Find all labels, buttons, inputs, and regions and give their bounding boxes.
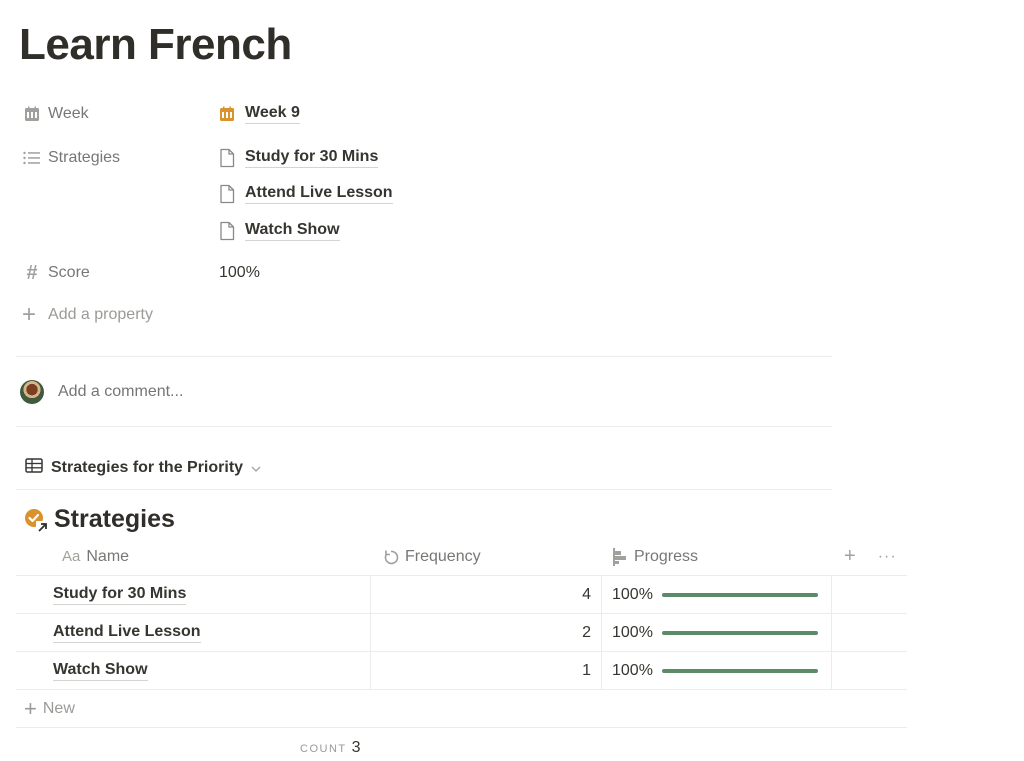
hash-icon: # — [26, 261, 38, 284]
cell-empty — [832, 614, 907, 651]
property-value-strategy[interactable]: Study for 30 Mins — [219, 148, 379, 168]
property-label-text: Score — [48, 264, 90, 281]
cell-empty — [832, 652, 907, 689]
table-body: Study for 30 Mins 4 100% Attend Live Lesson… — [16, 576, 907, 690]
column-actions: + ··· — [832, 538, 907, 575]
cell-frequency[interactable]: 2 — [371, 614, 602, 651]
page-icon — [219, 148, 237, 168]
progress-bar — [661, 592, 818, 597]
property-value-week[interactable]: Week 9 — [219, 104, 300, 124]
page-title[interactable]: Learn French — [19, 20, 292, 70]
progress-bar-fill — [661, 668, 818, 673]
property-label-score[interactable]: # Score — [22, 261, 219, 284]
view-tab[interactable]: Strategies for the Priority — [25, 458, 261, 478]
add-column-icon[interactable]: + — [844, 545, 856, 568]
cell-progress[interactable]: 100% — [602, 614, 832, 651]
view-tab-label: Strategies for the Priority — [51, 459, 244, 476]
cell-progress[interactable]: 100% — [602, 652, 832, 689]
property-value-strategy[interactable]: Attend Live Lesson — [219, 179, 393, 209]
property-row-week: Week Week 9 — [22, 99, 300, 129]
plus-icon: + — [24, 695, 37, 721]
cell-name[interactable]: Attend Live Lesson — [16, 614, 371, 651]
count-value: 3 — [351, 739, 361, 756]
column-header-progress[interactable]: Progress — [602, 538, 832, 575]
table-row[interactable]: Attend Live Lesson 2 100% — [16, 614, 907, 652]
calendar-icon — [219, 104, 237, 124]
page-icon — [219, 221, 237, 241]
cell-empty — [832, 576, 907, 613]
rollup-icon — [383, 549, 399, 565]
chevron-down-icon[interactable] — [251, 461, 261, 475]
column-header-name[interactable]: Aa Name — [16, 538, 371, 575]
progress-label: 100% — [612, 661, 653, 679]
strategy-link[interactable]: Attend Live Lesson — [245, 184, 393, 204]
table-row[interactable]: Watch Show 1 100% — [16, 652, 907, 690]
add-property-button[interactable]: + Add a property — [22, 301, 153, 328]
cell-frequency[interactable]: 1 — [371, 652, 602, 689]
add-property-label: Add a property — [48, 306, 153, 323]
table-icon — [25, 458, 43, 478]
progress-bar-fill — [661, 592, 818, 597]
strategy-link[interactable]: Study for 30 Mins — [245, 148, 379, 168]
column-header-frequency[interactable]: Frequency — [371, 538, 602, 575]
row-name-link[interactable]: Watch Show — [53, 661, 148, 681]
property-label-text: Week — [48, 105, 89, 122]
table-row[interactable]: Study for 30 Mins 4 100% — [16, 576, 907, 614]
divider — [16, 356, 832, 357]
database-table: Aa Name Frequency Progress + ··· Study f… — [16, 538, 907, 728]
property-label-text: Strategies — [48, 149, 121, 166]
comment-row — [20, 380, 458, 404]
avatar — [20, 380, 44, 404]
database-title[interactable]: Strategies — [23, 505, 175, 534]
cell-name[interactable]: Watch Show — [16, 652, 371, 689]
strategy-link[interactable]: Watch Show — [245, 221, 340, 241]
page-icon — [219, 184, 237, 204]
count-label: COUNT — [300, 743, 347, 755]
count-summary[interactable]: COUNT 3 — [300, 739, 361, 757]
plus-icon: + — [22, 301, 37, 328]
property-value-strategy[interactable]: Watch Show — [219, 216, 340, 246]
calendar-icon — [22, 104, 42, 124]
comment-input[interactable] — [58, 383, 458, 401]
cell-frequency[interactable]: 4 — [371, 576, 602, 613]
row-name-link[interactable]: Attend Live Lesson — [53, 623, 201, 643]
check-circle-link-icon — [23, 506, 51, 534]
progress-bar — [661, 630, 818, 635]
cell-name[interactable]: Study for 30 Mins — [16, 576, 371, 613]
progress-icon — [612, 547, 628, 566]
table-header: Aa Name Frequency Progress + ··· — [16, 538, 907, 576]
week-link[interactable]: Week 9 — [245, 104, 300, 124]
property-row-strategies: Strategies Study for 30 Mins — [22, 143, 379, 173]
property-value-score[interactable]: 100% — [219, 264, 260, 282]
list-icon — [22, 148, 42, 168]
progress-label: 100% — [612, 585, 653, 603]
progress-bar — [661, 668, 818, 673]
more-options-icon[interactable]: ··· — [878, 548, 897, 566]
divider — [16, 489, 832, 490]
property-label-strategies[interactable]: Strategies — [22, 148, 219, 168]
progress-label: 100% — [612, 623, 653, 641]
row-name-link[interactable]: Study for 30 Mins — [53, 585, 187, 605]
new-row-button[interactable]: + New — [16, 690, 907, 728]
database-title-text: Strategies — [54, 505, 175, 533]
cell-progress[interactable]: 100% — [602, 576, 832, 613]
property-row-score: # Score 100% — [22, 258, 260, 288]
divider — [16, 426, 832, 427]
text-aa-icon: Aa — [62, 548, 81, 565]
property-label-week[interactable]: Week — [22, 104, 219, 124]
progress-bar-fill — [661, 630, 818, 635]
